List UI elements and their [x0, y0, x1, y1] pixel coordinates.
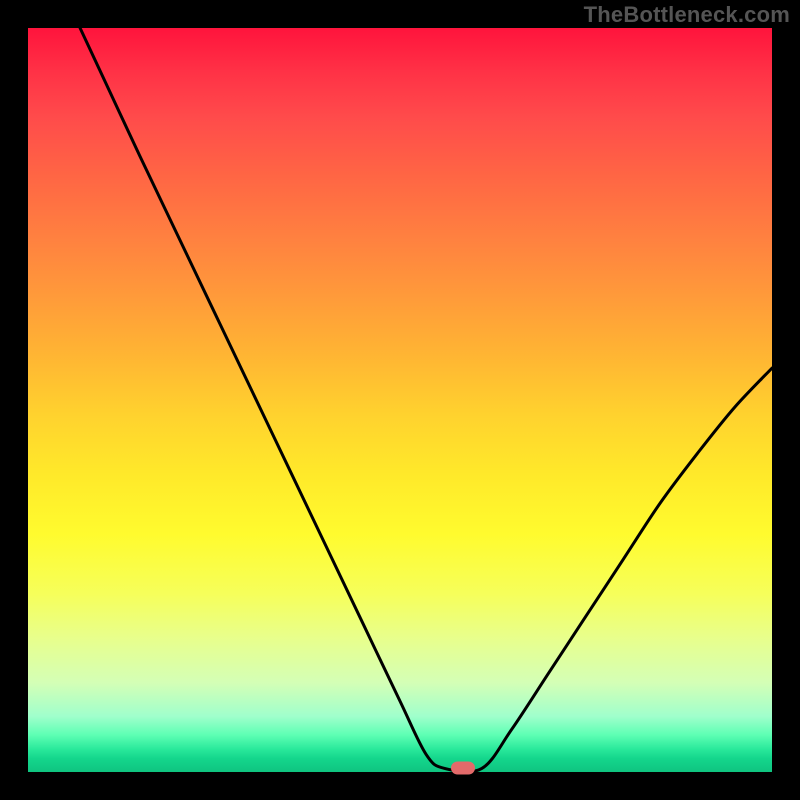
optimal-marker — [451, 762, 475, 775]
bottleneck-curve — [28, 28, 772, 772]
watermark-text: TheBottleneck.com — [584, 2, 790, 28]
plot-area — [28, 28, 772, 772]
chart-frame: TheBottleneck.com — [0, 0, 800, 800]
